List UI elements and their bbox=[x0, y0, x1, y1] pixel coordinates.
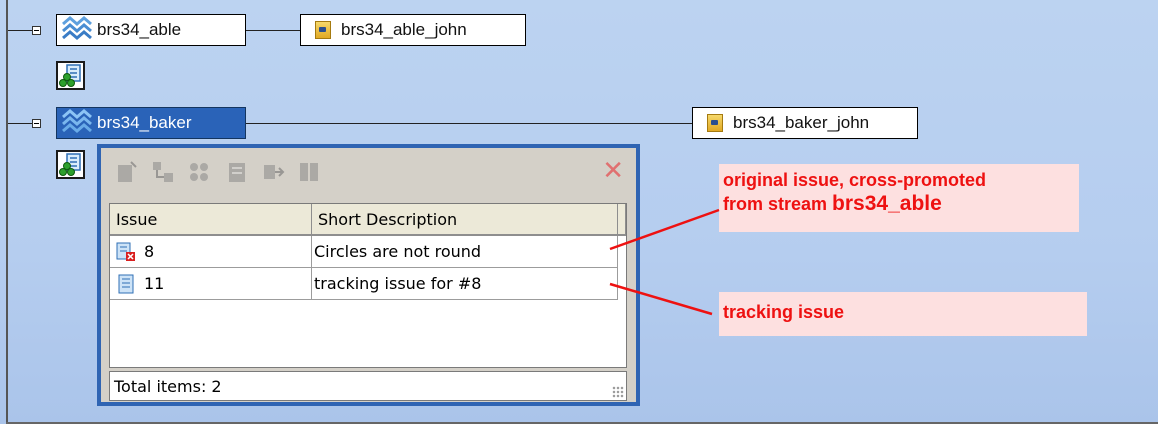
workspace-name: brs34_baker_john bbox=[733, 113, 870, 132]
stream-name: brs34_able bbox=[97, 20, 182, 39]
workspace-name: brs34_able_john bbox=[341, 20, 467, 39]
workspace-icon bbox=[315, 21, 331, 39]
table-row-description-cell[interactable]: Circles are not round bbox=[312, 236, 618, 268]
issue-icon bbox=[118, 274, 134, 293]
issue-dependencies-icon[interactable] bbox=[187, 160, 211, 184]
frame-border-left bbox=[6, 0, 8, 426]
issue-number: 11 bbox=[144, 274, 165, 293]
cross-promoted-issue-icon bbox=[116, 242, 135, 261]
annotation-line-2: from stream brs34_able bbox=[723, 191, 1079, 217]
table-row-description-cell[interactable]: tracking issue for #8 bbox=[312, 268, 618, 300]
status-bar: Total items: 2 bbox=[109, 371, 627, 401]
resize-grip-icon[interactable] bbox=[612, 386, 624, 398]
show-issues-button[interactable] bbox=[56, 61, 85, 90]
total-items-label: Total items: 2 bbox=[114, 376, 222, 396]
stream-icon bbox=[62, 16, 92, 40]
expand-collapse-toggle[interactable] bbox=[32, 119, 41, 128]
issues-icon bbox=[59, 153, 81, 176]
stream-workspace-connector bbox=[246, 30, 300, 31]
workspace-icon bbox=[707, 114, 723, 132]
column-header-short-description[interactable]: Short Description bbox=[312, 204, 618, 236]
annotation-line-1: original issue, cross-promoted bbox=[723, 170, 987, 190]
stream-node-baker[interactable]: brs34_baker bbox=[56, 107, 246, 139]
show-issues-button[interactable] bbox=[56, 150, 85, 179]
issues-table: Issue Short Description 8 Circles are no… bbox=[109, 203, 627, 368]
column-header-issue[interactable]: Issue bbox=[110, 204, 312, 236]
annotation-tracking-issue: tracking issue bbox=[719, 292, 1087, 336]
diff-issue-icon[interactable] bbox=[297, 160, 321, 184]
tree-connector bbox=[8, 123, 32, 124]
stream-browser-canvas: brs34_able brs34_able_john brs34_baker b… bbox=[0, 0, 1158, 426]
issue-versions-icon[interactable] bbox=[225, 160, 249, 184]
issues-icon bbox=[59, 64, 81, 87]
table-row-issue-cell[interactable]: 11 bbox=[110, 268, 312, 300]
open-issue-icon[interactable] bbox=[115, 160, 139, 184]
issues-panel: ✕ Issue Short Description 8 Circles are … bbox=[97, 144, 640, 406]
stream-icon bbox=[62, 109, 92, 133]
annotation-stream-name: brs34_able bbox=[832, 192, 942, 215]
copy-issue-icon[interactable] bbox=[261, 160, 285, 184]
stream-workspace-connector bbox=[246, 123, 692, 124]
workspace-node-baker-john[interactable]: brs34_baker_john bbox=[692, 107, 918, 139]
expand-collapse-toggle[interactable] bbox=[32, 26, 41, 35]
tree-connector bbox=[8, 30, 32, 31]
close-panel-button[interactable]: ✕ bbox=[602, 158, 624, 184]
table-row-issue-cell[interactable]: 8 bbox=[110, 236, 312, 268]
promote-issue-icon[interactable] bbox=[151, 160, 175, 184]
annotation-original-issue: original issue, cross-promoted from stre… bbox=[719, 164, 1079, 232]
issue-number: 8 bbox=[144, 242, 155, 261]
stream-node-able[interactable]: brs34_able bbox=[56, 14, 246, 46]
issues-toolbar: ✕ bbox=[101, 148, 636, 202]
column-header-filler bbox=[618, 204, 626, 236]
workspace-node-able-john[interactable]: brs34_able_john bbox=[300, 14, 526, 46]
annotation-prefix: from stream bbox=[723, 194, 833, 214]
stream-name: brs34_baker bbox=[97, 113, 192, 132]
